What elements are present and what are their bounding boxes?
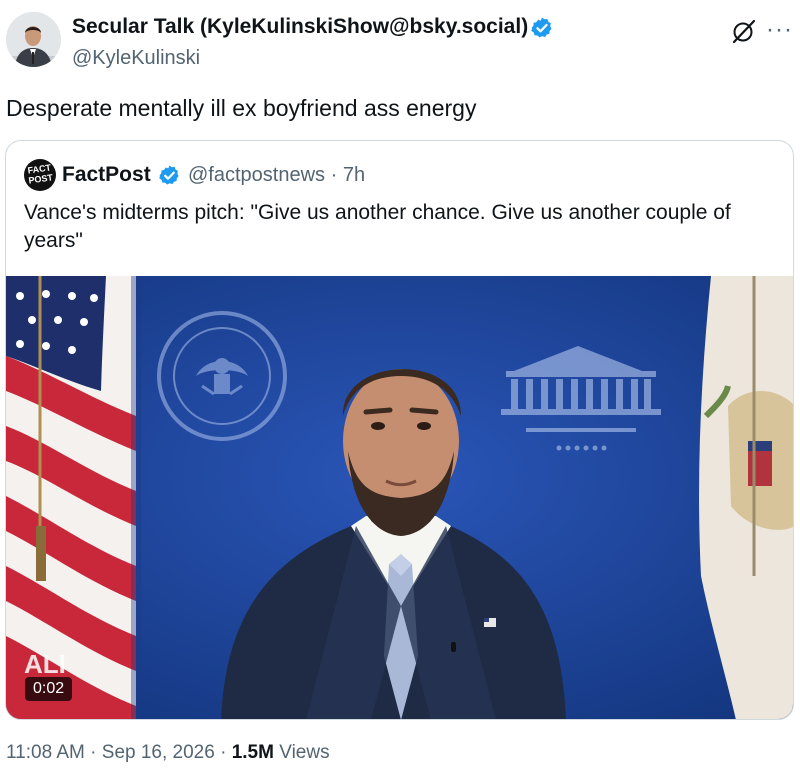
grok-icon[interactable] xyxy=(730,17,758,45)
quoted-separator: · xyxy=(330,164,338,186)
tweet-footer: 11:08 AM · Sep 16, 2026 · 1.5M Views xyxy=(6,742,330,764)
author-name[interactable]: Secular Talk (KyleKulinskiShow@bsky.soci… xyxy=(72,15,528,39)
author-handle[interactable]: @KyleKulinski xyxy=(72,47,200,70)
tweet-time[interactable]: 11:08 AM xyxy=(6,742,85,763)
tweet-date[interactable]: Sep 16, 2026 xyxy=(102,742,215,763)
video-player[interactable]: ALI 0:02 xyxy=(6,276,793,719)
footer-separator: · xyxy=(90,742,97,763)
quoted-verified-badge-icon xyxy=(159,165,179,185)
quoted-tweet[interactable]: FACT POST FactPost @factpostnews · 7h Va… xyxy=(5,140,794,720)
quoted-meta: @factpostnews · 7h xyxy=(188,164,365,187)
views-count[interactable]: 1.5M xyxy=(232,742,274,763)
quoted-text: Vance's midterms pitch: "Give us another… xyxy=(24,201,731,252)
verified-badge-icon xyxy=(531,17,552,38)
tweet-text: Desperate mentally ill ex boyfriend ass … xyxy=(6,95,477,121)
footer-separator-2: · xyxy=(220,742,227,763)
views-label[interactable]: Views xyxy=(279,742,329,763)
author-avatar[interactable] xyxy=(6,12,61,67)
tweet: Secular Talk (KyleKulinskiShow@bsky.soci… xyxy=(0,0,800,784)
video-overlay-text: ALI xyxy=(24,649,66,679)
video-duration: 0:02 xyxy=(25,677,73,701)
quoted-handle[interactable]: @factpostnews xyxy=(188,164,325,186)
quoted-avatar-logo-text: FACT POST xyxy=(26,162,54,186)
quoted-age[interactable]: 7h xyxy=(343,164,365,186)
quoted-author-name[interactable]: FactPost xyxy=(62,163,151,187)
video-frame xyxy=(6,276,793,719)
more-icon[interactable]: ··· xyxy=(766,18,793,42)
quoted-avatar[interactable]: FACT POST xyxy=(24,159,56,191)
